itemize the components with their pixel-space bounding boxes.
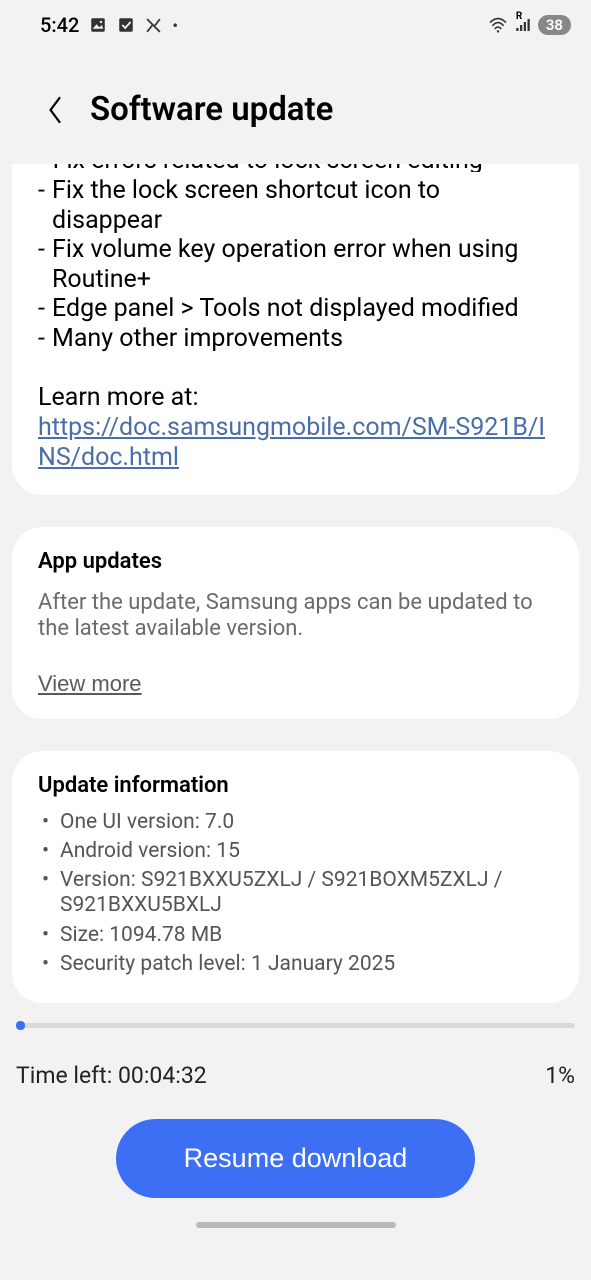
gesture-handle[interactable] <box>196 1222 396 1228</box>
update-info-list: One UI version: 7.0 Android version: 15 … <box>38 810 553 977</box>
status-left: 5:42 • <box>40 13 178 37</box>
info-one-ui: One UI version: 7.0 <box>38 810 553 835</box>
resume-download-button[interactable]: Resume download <box>116 1119 476 1198</box>
learn-more-label: Learn more at: <box>38 383 553 413</box>
page-header: Software update <box>0 50 591 169</box>
progress-bar[interactable] <box>16 1023 575 1028</box>
back-button[interactable] <box>40 95 70 125</box>
learn-more-block: Learn more at: https://doc.samsungmobile… <box>38 383 553 473</box>
update-info-card: Update information One UI version: 7.0 A… <box>12 751 579 1003</box>
checkbox-icon <box>117 16 135 34</box>
app-updates-body: After the update, Samsung apps can be up… <box>38 590 553 643</box>
changelog-cutoff-line: • Fix errors related to lock screen edit… <box>38 164 553 172</box>
view-more-button[interactable]: View more <box>38 671 142 697</box>
changelog-item: - Fix volume key operation error when us… <box>38 235 553 294</box>
progress-fill <box>16 1021 25 1030</box>
battery-level: 38 <box>538 15 571 35</box>
changelog-card: • Fix errors related to lock screen edit… <box>12 164 579 495</box>
changelog-item: - Fix the lock screen shortcut icon to d… <box>38 176 553 235</box>
x-app-icon <box>145 17 162 34</box>
percent-label: 1% <box>545 1062 575 1089</box>
info-patch: Security patch level: 1 January 2025 <box>38 952 553 977</box>
status-right: R 38 <box>488 15 571 35</box>
changelog-item: - Many other improvements <box>38 324 553 354</box>
wifi-icon <box>488 17 508 33</box>
image-icon <box>89 16 107 34</box>
status-time: 5:42 <box>40 13 79 37</box>
signal-icon: R <box>514 17 532 33</box>
time-left-label: Time left: 00:04:32 <box>16 1062 207 1089</box>
chevron-left-icon <box>44 95 66 125</box>
info-version: Version: S921BXXU5ZXLJ / S921BOXM5ZXLJ /… <box>38 868 553 918</box>
info-android: Android version: 15 <box>38 839 553 864</box>
content-area: • Fix errors related to lock screen edit… <box>0 164 591 1238</box>
page-title: Software update <box>90 90 333 129</box>
changelog-item: - Edge panel > Tools not displayed modif… <box>38 294 553 324</box>
progress-status-row: Time left: 00:04:32 1% <box>16 1062 575 1089</box>
app-updates-card: App updates After the update, Samsung ap… <box>12 527 579 719</box>
app-updates-title: App updates <box>38 549 553 574</box>
download-progress-section: Time left: 00:04:32 1% Resume download <box>12 1023 579 1198</box>
learn-more-link[interactable]: https://doc.samsungmobile.com/SM-S921B/I… <box>38 413 545 472</box>
changelog-list: - Fix the lock screen shortcut icon to d… <box>38 176 553 353</box>
status-bar: 5:42 • R 38 <box>0 0 591 50</box>
dot-icon: • <box>172 16 178 35</box>
info-size: Size: 1094.78 MB <box>38 923 553 948</box>
update-info-title: Update information <box>38 773 553 798</box>
